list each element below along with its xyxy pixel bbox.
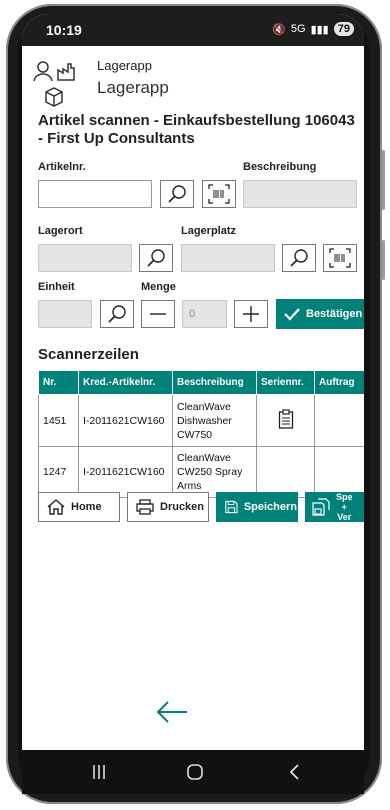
search-icon bbox=[290, 249, 308, 267]
save-label: Speichern bbox=[243, 501, 297, 513]
lagerort-search-button[interactable] bbox=[139, 244, 173, 272]
scanner-table: Nr. Kred.-Artikelnr. Beschreibung Serien… bbox=[38, 370, 364, 498]
column-header-kred[interactable]: Kred.-Artikelnr. bbox=[78, 370, 173, 395]
save-icon bbox=[225, 500, 238, 514]
lagerplatz-input[interactable] bbox=[181, 244, 275, 272]
search-icon bbox=[168, 185, 186, 203]
signal-icon: ▮▮▮ bbox=[310, 23, 329, 36]
confirm-label: Bestätigen bbox=[306, 308, 363, 320]
lagerplatz-search-button[interactable] bbox=[282, 244, 316, 272]
cell-kred: I-2011621CW160 bbox=[78, 394, 173, 447]
home-nav-icon[interactable] bbox=[186, 763, 204, 781]
printer-icon bbox=[136, 499, 154, 515]
home-icon bbox=[47, 499, 65, 515]
signal-label: 5G bbox=[290, 23, 306, 35]
einheit-label: Einheit bbox=[38, 281, 75, 293]
back-nav-icon[interactable] bbox=[288, 764, 300, 780]
status-bar: 10:19 🔇 5G ▮▮▮ 79 bbox=[22, 14, 364, 46]
column-header-seriennr[interactable]: Seriennr. bbox=[256, 370, 315, 395]
menge-label: Menge bbox=[141, 281, 176, 293]
decrease-button[interactable] bbox=[141, 300, 175, 328]
cell-auftrag bbox=[314, 446, 364, 498]
cell-seriennr[interactable] bbox=[256, 394, 315, 447]
save-send-icon bbox=[312, 498, 330, 516]
page-title: Artikel scannen - Einkaufsbestellung 106… bbox=[38, 112, 355, 147]
table-row[interactable]: 1247 I-2011621CW160 CleanWave CW250 Spra… bbox=[38, 446, 364, 498]
home-button[interactable]: Home bbox=[38, 492, 120, 522]
save-send-label-1: Spe bbox=[336, 492, 353, 502]
app-name-small: Lagerapp bbox=[97, 58, 152, 73]
lagerplatz-label: Lagerplatz bbox=[181, 225, 237, 237]
print-button[interactable]: Drucken bbox=[127, 492, 209, 522]
system-navigation-bar bbox=[22, 750, 364, 794]
volume-button bbox=[382, 150, 385, 210]
screen: 10:19 🔇 5G ▮▮▮ 79 Lagerapp Lagerapp Arti… bbox=[22, 14, 364, 750]
battery-icon: 79 bbox=[333, 22, 354, 36]
cell-kred: I-2011621CW160 bbox=[78, 446, 173, 498]
save-send-label-2: + bbox=[341, 502, 347, 512]
cell-nr: 1451 bbox=[38, 394, 79, 447]
column-header-auftrag[interactable]: Auftrag bbox=[314, 370, 364, 395]
cell-beschreibung: CleanWave Dishwasher CW750 bbox=[172, 394, 257, 447]
lagerplatz-scan-button[interactable] bbox=[323, 244, 357, 272]
power-button bbox=[382, 240, 385, 280]
save-send-label-3: Ver bbox=[337, 512, 352, 522]
artikelnr-label: Artikelnr. bbox=[38, 161, 86, 173]
app-header: Lagerapp Lagerapp bbox=[22, 46, 364, 108]
menge-input[interactable]: 0 bbox=[182, 300, 227, 328]
artikelnr-search-button[interactable] bbox=[160, 180, 194, 208]
cell-beschreibung: CleanWave CW250 Spray Arms bbox=[172, 446, 257, 498]
factory-icon[interactable] bbox=[56, 60, 78, 82]
cell-nr: 1247 bbox=[38, 446, 79, 498]
clipboard-icon[interactable] bbox=[278, 408, 294, 429]
mute-icon: 🔇 bbox=[272, 23, 286, 36]
recent-apps-icon[interactable] bbox=[92, 764, 106, 780]
confirm-button[interactable]: Bestätigen bbox=[276, 299, 364, 329]
search-icon bbox=[108, 305, 126, 323]
status-time: 10:19 bbox=[46, 22, 82, 38]
cell-auftrag bbox=[314, 394, 364, 447]
print-label: Drucken bbox=[160, 501, 205, 513]
cell-seriennr bbox=[256, 446, 315, 498]
increase-button[interactable] bbox=[234, 300, 268, 328]
barcode-icon bbox=[329, 248, 351, 268]
user-icon[interactable] bbox=[32, 60, 54, 82]
beschreibung-field bbox=[243, 180, 357, 208]
scanner-section-title: Scannerzeilen bbox=[38, 346, 139, 363]
cube-icon[interactable] bbox=[43, 86, 65, 108]
beschreibung-label: Beschreibung bbox=[243, 161, 317, 173]
table-row[interactable]: 1451 I-2011621CW160 CleanWave Dishwasher… bbox=[38, 394, 364, 447]
column-header-nr[interactable]: Nr. bbox=[38, 370, 79, 395]
lagerort-label: Lagerort bbox=[38, 225, 83, 237]
home-label: Home bbox=[71, 501, 102, 513]
save-button[interactable]: Speichern bbox=[216, 492, 298, 522]
plus-icon bbox=[243, 306, 259, 322]
column-header-beschreibung[interactable]: Beschreibung bbox=[172, 370, 257, 395]
artikelnr-scan-button[interactable] bbox=[202, 180, 236, 208]
save-send-button[interactable]: Spe + Ver bbox=[305, 492, 364, 522]
app-name-large: Lagerapp bbox=[97, 78, 169, 97]
search-icon bbox=[147, 249, 165, 267]
artikelnr-input[interactable] bbox=[38, 180, 152, 208]
lagerort-input[interactable] bbox=[38, 244, 132, 272]
einheit-search-button[interactable] bbox=[100, 300, 134, 328]
einheit-input[interactable] bbox=[38, 300, 92, 328]
barcode-icon bbox=[208, 184, 230, 204]
back-arrow-icon[interactable] bbox=[155, 700, 189, 724]
minus-icon bbox=[150, 313, 166, 315]
check-icon bbox=[284, 308, 300, 321]
